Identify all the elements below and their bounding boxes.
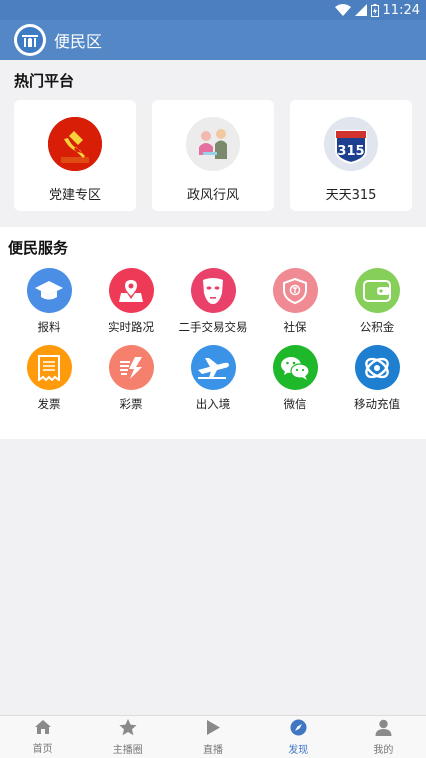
tab-label: 直播 bbox=[203, 744, 223, 756]
service-label: 移动充值 bbox=[354, 397, 400, 411]
graduation-cap-icon bbox=[26, 268, 72, 313]
service-label: 实时路况 bbox=[108, 320, 154, 334]
service-label: 彩票 bbox=[119, 397, 143, 411]
play-icon bbox=[205, 719, 221, 739]
app-header: 便民区 bbox=[0, 20, 426, 60]
receipt-icon bbox=[26, 345, 72, 390]
platform-label: 党建专区 bbox=[48, 188, 101, 203]
tab-label: 主播圈 bbox=[112, 744, 143, 756]
china-mobile-icon bbox=[354, 345, 400, 390]
hot-platforms-section: 热门平台 党建专区 政风行风 315 天天315 bbox=[0, 60, 426, 227]
wechat-icon bbox=[272, 345, 318, 390]
service-wechat[interactable]: 微信 bbox=[254, 345, 336, 412]
tab-home[interactable]: 首页 bbox=[0, 716, 85, 758]
service-label: 微信 bbox=[283, 397, 307, 411]
signal-icon bbox=[354, 4, 367, 16]
map-pin-icon bbox=[108, 268, 154, 313]
services-grid: 报料 实时路况 二手交易交易 社保 公积金 发票 彩票 出入境 微信 移动充值 bbox=[8, 268, 418, 412]
home-icon bbox=[34, 719, 52, 738]
shield-315-icon: 315 bbox=[324, 117, 378, 171]
service-report[interactable]: 报料 bbox=[8, 268, 90, 335]
hot-platforms-title: 热门平台 bbox=[14, 72, 75, 90]
platform-card-party[interactable]: 党建专区 bbox=[14, 100, 136, 211]
status-time: 11:24 bbox=[382, 2, 420, 18]
tab-discover[interactable]: 发现 bbox=[256, 716, 341, 758]
service-label: 发票 bbox=[37, 397, 61, 411]
empty-area bbox=[0, 439, 426, 716]
platform-label: 政风行风 bbox=[186, 188, 239, 203]
battery-icon bbox=[370, 3, 379, 17]
service-label: 社保 bbox=[283, 320, 307, 334]
tab-profile[interactable]: 我的 bbox=[341, 716, 426, 758]
wallet-icon bbox=[354, 268, 400, 313]
airplane-icon bbox=[190, 345, 236, 390]
party-emblem-icon bbox=[48, 117, 102, 171]
tab-label: 发现 bbox=[288, 744, 309, 756]
service-mobile-topup[interactable]: 移动充值 bbox=[336, 345, 418, 412]
meeting-people-icon bbox=[186, 117, 240, 171]
svg-text:315: 315 bbox=[337, 144, 364, 159]
platform-label: 天天315 bbox=[325, 188, 377, 203]
service-secondhand[interactable]: 二手交易交易 bbox=[172, 268, 254, 335]
compass-icon bbox=[290, 719, 307, 739]
status-bar: 11:24 bbox=[0, 0, 426, 20]
service-lottery[interactable]: 彩票 bbox=[90, 345, 172, 412]
service-label: 二手交易交易 bbox=[178, 320, 248, 334]
platform-card-conduct[interactable]: 政风行风 bbox=[152, 100, 274, 211]
lottery-icon bbox=[108, 345, 154, 390]
service-invoice[interactable]: 发票 bbox=[8, 345, 90, 412]
services-title: 便民服务 bbox=[8, 239, 69, 257]
tab-live[interactable]: 直播 bbox=[170, 716, 255, 758]
tab-label: 首页 bbox=[32, 744, 53, 755]
wifi-icon bbox=[334, 4, 351, 16]
service-label: 出入境 bbox=[195, 397, 231, 411]
bottom-tab-bar: 首页 主播圈 直播 发现 我的 bbox=[0, 715, 426, 758]
user-icon bbox=[375, 719, 392, 739]
service-housing-fund[interactable]: 公积金 bbox=[336, 268, 418, 335]
platform-card-315[interactable]: 315 天天315 bbox=[290, 100, 412, 211]
service-traffic[interactable]: 实时路况 bbox=[90, 268, 172, 335]
service-label: 报料 bbox=[37, 320, 61, 334]
tab-anchor-circle[interactable]: 主播圈 bbox=[85, 716, 170, 758]
service-label: 公积金 bbox=[359, 320, 395, 334]
mask-icon bbox=[190, 268, 236, 313]
services-section: 便民服务 报料 实时路况 二手交易交易 社保 公积金 发票 彩票 出入境 微信 … bbox=[0, 227, 426, 439]
service-social-security[interactable]: 社保 bbox=[254, 268, 336, 335]
shield-badge-icon bbox=[272, 268, 318, 313]
app-logo-icon bbox=[14, 24, 46, 56]
page-title: 便民区 bbox=[54, 32, 103, 51]
tab-label: 我的 bbox=[373, 744, 394, 756]
service-immigration[interactable]: 出入境 bbox=[172, 345, 254, 412]
star-icon bbox=[119, 718, 137, 739]
